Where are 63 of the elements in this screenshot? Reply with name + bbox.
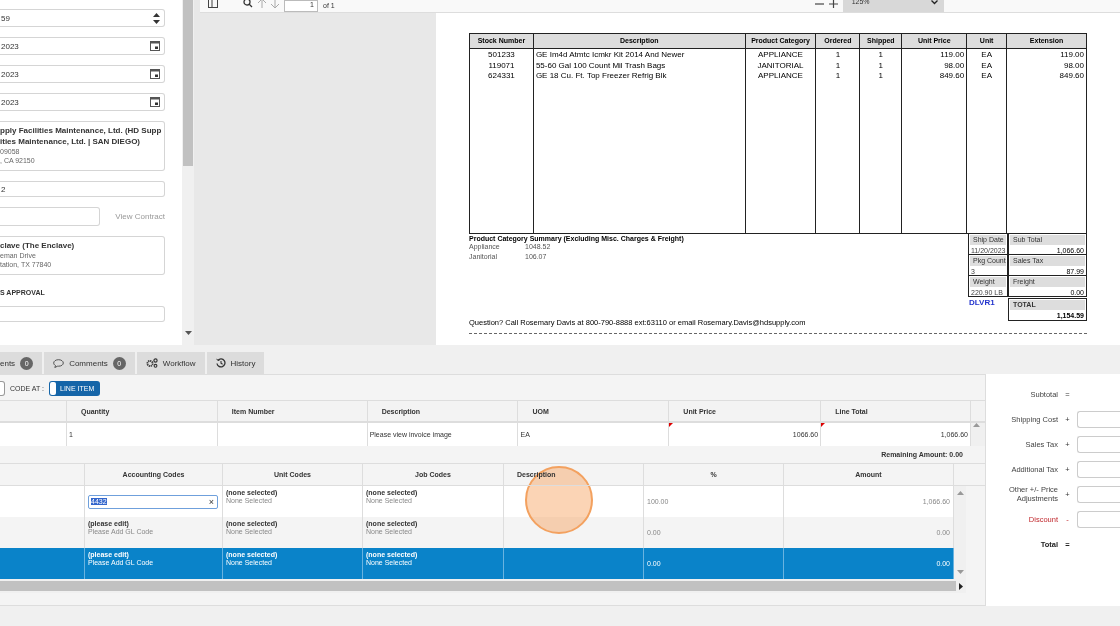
table-cell-text: 98.00	[943, 60, 965, 71]
table-cell-text: 849.60	[1058, 71, 1084, 82]
tab[interactable]: Workflow	[136, 352, 205, 374]
table-cell-text: JANITORIAL	[756, 60, 805, 71]
search-icon[interactable]	[243, 0, 253, 8]
horizontal-scrollbar[interactable]	[0, 579, 966, 593]
comment-icon	[53, 358, 65, 368]
table-cell-text: 1	[877, 60, 885, 71]
amount-field[interactable]	[1077, 410, 1120, 428]
history-icon	[215, 358, 226, 368]
table-cell-text: 119.00	[939, 50, 965, 61]
table-cell-text: 624331	[487, 71, 516, 82]
table-cell-text: APPLIANCE	[757, 50, 804, 61]
table-cell-text: 849.60	[938, 71, 965, 82]
scroll-up-icon[interactable]	[956, 491, 964, 495]
amount-field[interactable]	[1077, 460, 1120, 478]
table-cell-text: 1	[834, 60, 842, 71]
address-name: clave (The Enclave)	[0, 240, 76, 251]
table-cell-text: 1	[834, 71, 842, 82]
table-cell-text: EA	[980, 60, 993, 71]
table-cell-text: 1	[834, 50, 842, 61]
text-field[interactable]	[0, 306, 165, 322]
arrow-up-icon[interactable]	[258, 0, 266, 8]
date-field[interactable]: 2023	[0, 93, 165, 111]
table-cell-text: 501233	[487, 50, 516, 61]
caret-icon	[930, 0, 938, 5]
table-cell-text: 55-60 Gal 100 Count Mil Trash Bags	[535, 60, 667, 71]
amount-field[interactable]	[1077, 485, 1120, 503]
text-field[interactable]: 2	[0, 181, 165, 197]
table-cell-text: EA	[980, 71, 993, 82]
clear-icon[interactable]: ×	[208, 496, 214, 507]
amount-field[interactable]	[1077, 435, 1120, 453]
table-cell-text: GE Im4d Atmtc Icmkr Kit 2014 And Newer	[535, 50, 686, 61]
calendar-icon[interactable]	[150, 97, 160, 107]
sidebar-icon[interactable]	[208, 0, 218, 8]
calendar-icon[interactable]	[150, 69, 160, 79]
zoom-in-icon[interactable]	[828, 0, 838, 8]
address-name: pply Facilities Maintenance, Ltd. (HD Supp	[0, 125, 162, 136]
address-name: ities Maintenance, Ltd. | SAN DIEGO)	[0, 136, 142, 147]
table-cell-text: 1	[877, 50, 885, 61]
arrow-down-icon[interactable]	[271, 0, 279, 8]
table-cell-text: 1	[877, 71, 885, 82]
scroll-right-icon[interactable]	[959, 582, 963, 590]
input-field[interactable]	[0, 381, 5, 396]
table-cell-text: 119.00	[1059, 50, 1084, 61]
table-cell-text: EA	[980, 50, 993, 61]
tab[interactable]: History	[206, 352, 265, 374]
table-cell-text: GE 18 Cu. Ft. Top Freezer Refrig Blk	[535, 71, 668, 82]
table-cell-text: 119071	[487, 60, 516, 71]
scroll-down-icon[interactable]	[184, 331, 192, 335]
scrollbar[interactable]	[182, 0, 194, 345]
table-cell-text: APPLIANCE	[757, 71, 804, 82]
zoom-out-icon[interactable]	[814, 0, 824, 8]
gears-icon	[145, 358, 158, 368]
date-field[interactable]: 2023	[0, 37, 165, 55]
spinner-icon[interactable]	[153, 12, 160, 24]
calendar-icon[interactable]	[150, 41, 160, 51]
amount-field[interactable]	[1077, 510, 1120, 528]
table-cell-text: 98.00	[1062, 60, 1084, 71]
contract-field[interactable]	[0, 207, 100, 226]
route-code: DLVR1	[968, 298, 996, 307]
date-field[interactable]: 2023	[0, 65, 165, 83]
number-field[interactable]: 59	[0, 9, 165, 27]
